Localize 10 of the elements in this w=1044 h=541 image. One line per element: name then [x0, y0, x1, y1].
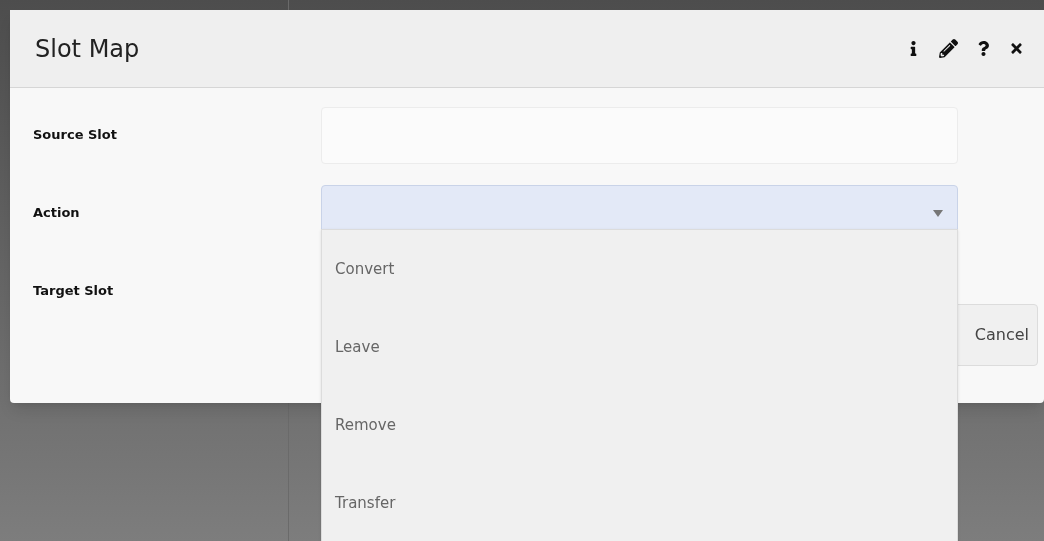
field-label: Source Slot — [32, 126, 118, 145]
dialog-title: Slot Map — [35, 33, 141, 65]
caret-icon — [933, 209, 943, 217]
pencil-icon-button[interactable] — [939, 39, 958, 58]
dropdown-option[interactable]: Transfer — [322, 464, 957, 541]
help-icon-button[interactable] — [976, 41, 991, 56]
field-label: Target Slot — [32, 282, 115, 301]
dropdown-option[interactable]: Remove — [322, 386, 957, 464]
field-label: Action — [32, 204, 81, 223]
close-icon-button[interactable] — [1009, 41, 1024, 56]
